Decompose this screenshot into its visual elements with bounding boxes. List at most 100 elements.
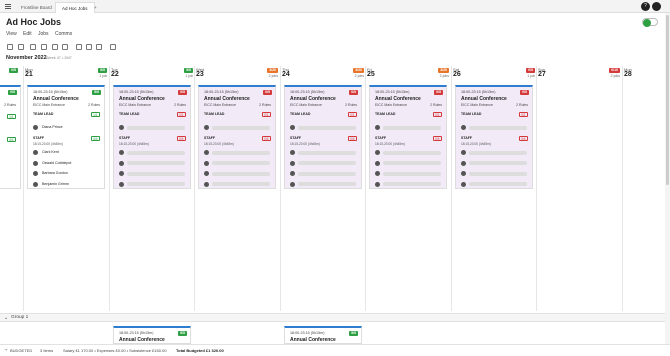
job-card[interactable]: 0/5 2 Roles 1/1 4/4 bbox=[0, 85, 21, 189]
card-venue: EICC Main Entrance bbox=[375, 102, 407, 107]
staff-slot[interactable] bbox=[119, 171, 185, 176]
staff-slot[interactable] bbox=[461, 150, 527, 155]
job-card[interactable]: 18:00-23:15 (5h15m) 0/5 Annual Conference E… bbox=[455, 85, 533, 189]
staff-label: STAFF bbox=[375, 136, 387, 140]
day-header[interactable]: Mon 28 bbox=[624, 66, 670, 79]
new-tab-button[interactable]: + bbox=[88, 2, 103, 13]
chevron-down-icon[interactable]: ⌄ bbox=[4, 315, 8, 321]
team-lead-label: TEAM LEAD bbox=[290, 112, 311, 116]
menu-edit[interactable]: Edit bbox=[23, 31, 32, 37]
staff-slot[interactable] bbox=[290, 160, 356, 166]
card-roles: 2 Roles bbox=[4, 103, 16, 107]
job-card[interactable]: 18:00-23:15 (5h15m) 5/5 Annual Conference bbox=[113, 326, 191, 344]
staff-badge: 4/4 bbox=[90, 136, 100, 141]
staff-slot[interactable] bbox=[119, 150, 185, 155]
lead-slot[interactable] bbox=[119, 125, 185, 130]
staff-slot[interactable] bbox=[204, 181, 270, 187]
status-icon: ⊸ bbox=[4, 347, 8, 352]
duplicate-icon[interactable] bbox=[30, 44, 36, 50]
staff-slot[interactable] bbox=[290, 171, 356, 176]
staff-slot[interactable] bbox=[375, 181, 441, 187]
calendar-icon[interactable] bbox=[62, 44, 68, 50]
avatar bbox=[290, 181, 295, 187]
card-name: Annual Conference bbox=[119, 337, 165, 343]
avatar bbox=[461, 160, 466, 166]
staff-slot[interactable] bbox=[375, 160, 441, 166]
day-header[interactable]: Thu 24 3/20 2 jobs bbox=[282, 66, 368, 79]
staff-slot[interactable] bbox=[290, 150, 356, 155]
job-card[interactable]: 18:00-23:15 (5h15m) 5/5 Annual Conference E… bbox=[27, 85, 105, 189]
lead-slot[interactable] bbox=[204, 125, 270, 130]
filter-icon[interactable] bbox=[76, 44, 82, 50]
day-fill-badge: 0/5 bbox=[9, 68, 18, 73]
day-number: 25 bbox=[367, 71, 375, 78]
lead-slot[interactable]: Diana Prince bbox=[33, 125, 99, 130]
day-number: 28 bbox=[624, 71, 632, 78]
staff-slot[interactable] bbox=[290, 181, 356, 187]
staff-time: 18:15-23:00 (4h45m) bbox=[375, 142, 405, 146]
staff-badge: 0/4 bbox=[432, 136, 442, 141]
view-toggle[interactable] bbox=[642, 18, 658, 27]
staff-slot[interactable]: Clark Kent bbox=[33, 150, 99, 155]
help-icon[interactable]: ? bbox=[641, 2, 650, 11]
lead-slot[interactable] bbox=[290, 125, 356, 130]
day-header[interactable]: Sun 27 0/10 2 jobs bbox=[538, 66, 624, 79]
empty-slot-bar bbox=[212, 150, 270, 155]
staff-slot[interactable] bbox=[204, 150, 270, 155]
staff-slot[interactable] bbox=[461, 171, 527, 176]
job-card[interactable]: 18:00-23:15 (5h15m) 0/5 Annual Conference E… bbox=[369, 85, 447, 189]
staff-slot[interactable] bbox=[119, 181, 185, 187]
menu-icon[interactable] bbox=[5, 4, 11, 9]
team-lead-label: TEAM LEAD bbox=[461, 112, 482, 116]
staff-slot[interactable] bbox=[204, 171, 270, 176]
avatar bbox=[119, 150, 124, 155]
new-icon[interactable] bbox=[18, 44, 24, 50]
avatar bbox=[204, 181, 209, 187]
scrollbar-thumb[interactable] bbox=[666, 15, 669, 185]
staff-slot[interactable]: Barbara Gordon bbox=[33, 171, 99, 176]
lead-slot[interactable] bbox=[375, 125, 441, 130]
job-card[interactable]: 18:00-23:15 (5h15m) 5/5 Annual Conference bbox=[284, 326, 362, 344]
delete-icon[interactable] bbox=[41, 44, 47, 50]
assign-icon[interactable] bbox=[96, 44, 102, 50]
card-time: 18:00-23:15 (5h15m) bbox=[290, 90, 325, 94]
staff-slot[interactable]: Oswald Cobblepot bbox=[33, 160, 99, 166]
tab-frontline-board[interactable]: Frontline Board bbox=[15, 2, 58, 13]
user-avatar[interactable] bbox=[652, 2, 661, 11]
avatar bbox=[204, 125, 209, 130]
day-number: 26 bbox=[453, 71, 461, 78]
menu-jobs[interactable]: Jobs bbox=[38, 31, 49, 37]
staff-slot[interactable] bbox=[461, 181, 527, 187]
group-bar[interactable] bbox=[0, 313, 670, 322]
job-card[interactable]: 18:00-23:15 (5h15m) 0/5 Annual Conference E… bbox=[284, 85, 362, 189]
staff-slot[interactable] bbox=[375, 171, 441, 176]
avatar bbox=[33, 150, 38, 155]
menu-comms[interactable]: Comms bbox=[55, 31, 72, 37]
person-name: Benjamin Grimm bbox=[42, 181, 69, 186]
day-header[interactable]: Tue 22 5/5 1 job bbox=[111, 66, 197, 79]
person-name: Oswald Cobblepot bbox=[42, 160, 72, 165]
day-fill-badge: 5/5 bbox=[98, 68, 107, 73]
staff-slot[interactable] bbox=[204, 160, 270, 166]
day-header[interactable]: Fri 25 3/20 2 jobs bbox=[367, 66, 453, 79]
staff-slot[interactable] bbox=[119, 160, 185, 166]
staff-slot[interactable]: Benjamin Grimm bbox=[33, 181, 99, 187]
job-card[interactable]: 18:00-23:15 (5h15m) 0/5 Annual Conference E… bbox=[113, 85, 191, 189]
archive-icon[interactable] bbox=[52, 44, 58, 50]
day-header[interactable]: Mon 21 5/5 1 job bbox=[25, 66, 111, 79]
staff-slot[interactable] bbox=[375, 150, 441, 155]
lead-badge: 0/1 bbox=[347, 112, 357, 117]
edit-icon[interactable] bbox=[86, 44, 92, 50]
total-budget: Total Budgeted £1 320.00 bbox=[176, 348, 224, 353]
avatar bbox=[461, 171, 466, 176]
day-header[interactable]: Wed 23 3/20 2 jobs bbox=[196, 66, 282, 79]
day-number: 22 bbox=[111, 71, 119, 78]
day-header[interactable]: Sat 26 0/5 1 job bbox=[453, 66, 539, 79]
schedule-icon[interactable] bbox=[110, 44, 116, 50]
staff-slot[interactable] bbox=[461, 160, 527, 166]
day-fill-badge: 3/20 bbox=[267, 68, 278, 73]
job-card[interactable]: 18:00-23:15 (5h15m) 0/5 Annual Conference E… bbox=[198, 85, 276, 189]
lead-slot[interactable] bbox=[461, 125, 527, 130]
copy-icon[interactable] bbox=[7, 44, 13, 50]
menu-view[interactable]: View bbox=[6, 31, 17, 37]
